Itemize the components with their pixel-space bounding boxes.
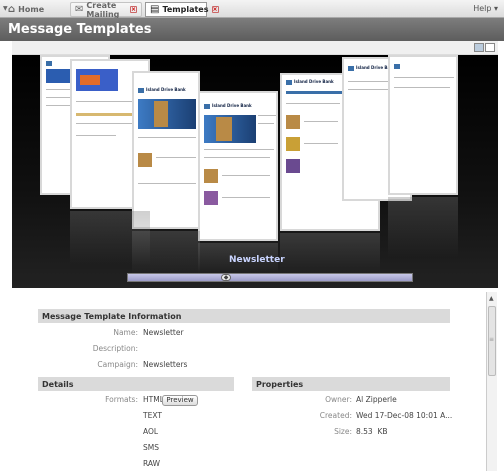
carousel-caption: Newsletter (229, 255, 285, 265)
template-thumbnail[interactable] (388, 55, 458, 195)
close-icon[interactable]: × (211, 6, 219, 13)
grid-view-icon[interactable] (485, 43, 495, 52)
tab-home-label: Home (18, 5, 45, 14)
name-value: Newsletter (143, 328, 184, 337)
help-label: Help (473, 4, 492, 13)
view-toolbar (12, 41, 498, 55)
details-section-header: Details (38, 377, 234, 391)
description-label: Description: (92, 344, 138, 353)
properties-section-header: Properties (252, 377, 450, 391)
scroll-up-icon[interactable]: ▲ (489, 295, 494, 302)
size-value: 8.53 KB (356, 427, 388, 436)
carousel-scrollbar[interactable]: ◆ (127, 273, 413, 282)
format-sms: SMS (143, 443, 159, 452)
formats-label: Formats: (105, 395, 138, 404)
list-view-icon[interactable] (474, 43, 484, 52)
mail-icon: ✉ (75, 3, 84, 15)
page-title: Message Templates (8, 22, 152, 37)
size-label: Size: (334, 427, 352, 436)
campaign-value: Newsletters (143, 360, 188, 369)
home-icon: ⌂ (8, 3, 16, 15)
tab-create-mailing[interactable]: ✉ Create Mailing × (70, 0, 142, 19)
carousel-scroll-thumb[interactable]: ◆ (221, 274, 231, 281)
created-label: Created: (319, 411, 352, 420)
template-icon: ▤ (150, 3, 160, 15)
help-menu[interactable]: Help ▾ (473, 4, 498, 13)
tab-bar: ▼ ⌂ Home ✉ Create Mailing × ▤ Templates … (0, 0, 504, 19)
tab-home[interactable]: ⌂ Home (4, 2, 64, 17)
template-thumbnail-selected[interactable]: Island Drive Bank (198, 91, 278, 241)
owner-value: Al Zipperle (356, 395, 397, 404)
format-html: HTML (143, 395, 164, 404)
format-aol: AOL (143, 427, 159, 436)
format-text: TEXT (143, 411, 162, 420)
format-raw: RAW (143, 459, 161, 468)
template-thumbnail[interactable]: Island Drive Bank (132, 71, 200, 229)
tab-create-mailing-label: Create Mailing (86, 0, 120, 19)
tab-templates-label: Templates (162, 5, 209, 14)
details-scrollbar[interactable]: ▲ ≡ (486, 292, 497, 471)
owner-label: Owner: (325, 395, 352, 404)
preview-button[interactable]: Preview (162, 395, 198, 406)
created-value: Wed 17-Dec-08 10:01 A... (356, 411, 453, 420)
template-carousel[interactable]: Island Drive Bank Island Drive Bank Isla… (12, 55, 498, 288)
page-header: Message Templates (0, 18, 504, 41)
close-icon[interactable]: × (130, 6, 137, 13)
campaign-label: Campaign: (97, 360, 138, 369)
tab-templates[interactable]: ▤ Templates × (145, 2, 219, 17)
info-section-header: Message Template Information (38, 309, 450, 323)
scroll-grip-icon: ≡ (489, 336, 495, 343)
name-label: Name: (113, 328, 138, 337)
